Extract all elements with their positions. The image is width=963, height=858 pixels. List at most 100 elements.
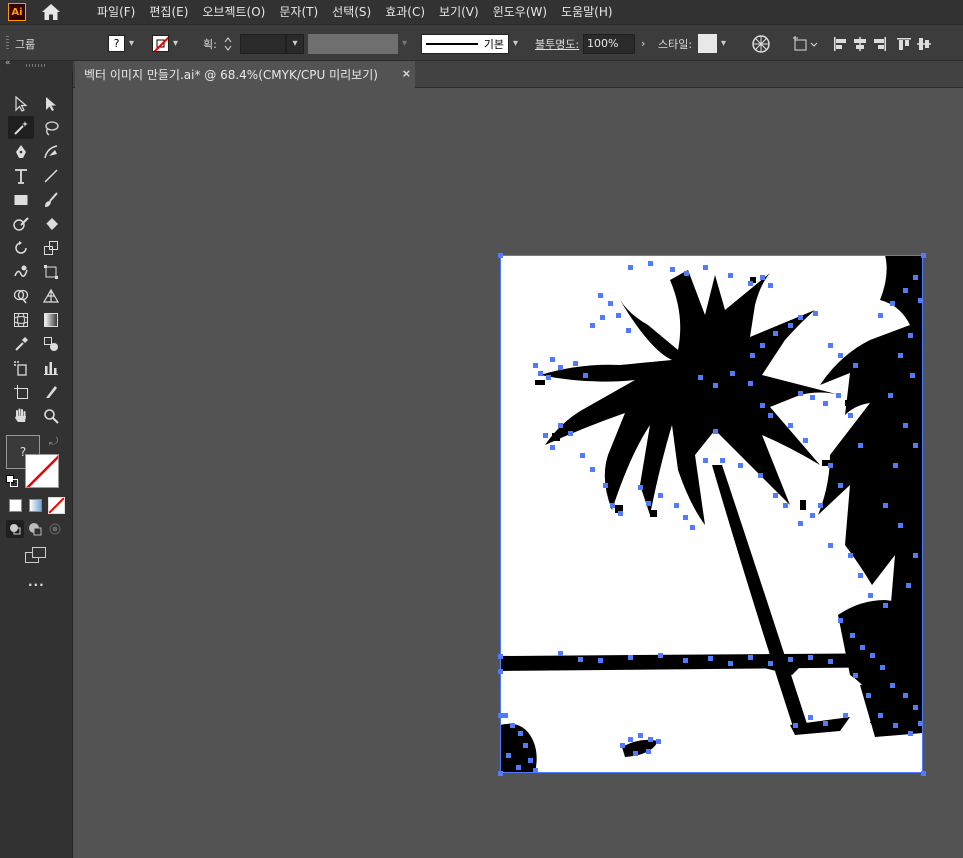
anchor-point[interactable] xyxy=(616,313,621,318)
anchor-point[interactable] xyxy=(898,353,903,358)
anchor-point[interactable] xyxy=(683,658,688,663)
stepper-arrows-icon[interactable] xyxy=(222,34,234,54)
fill-control[interactable]: ? ▾ xyxy=(108,25,139,62)
anchor-point[interactable] xyxy=(850,633,855,638)
anchor-point[interactable] xyxy=(788,323,793,328)
perspective-grid-tool-icon[interactable] xyxy=(38,284,64,307)
selection-tool-icon[interactable] xyxy=(8,92,34,115)
anchor-point[interactable] xyxy=(748,381,753,386)
anchor-point[interactable] xyxy=(523,743,528,748)
graphic-style-control[interactable]: ▾ xyxy=(698,25,731,62)
anchor-point[interactable] xyxy=(610,503,615,508)
anchor-point[interactable] xyxy=(558,651,563,656)
anchor-point[interactable] xyxy=(903,423,908,428)
scale-tool-icon[interactable] xyxy=(38,236,64,259)
anchor-point[interactable] xyxy=(890,301,895,306)
anchor-point[interactable] xyxy=(768,661,773,666)
line-segment-tool-icon[interactable] xyxy=(38,164,64,187)
anchor-point[interactable] xyxy=(684,271,689,276)
anchor-point[interactable] xyxy=(703,265,708,270)
slice-tool-icon[interactable] xyxy=(38,380,64,403)
anchor-point[interactable] xyxy=(760,275,765,280)
anchor-point[interactable] xyxy=(748,655,753,660)
anchor-point[interactable] xyxy=(843,713,848,718)
anchor-point[interactable] xyxy=(760,343,765,348)
gradient-mode-icon[interactable] xyxy=(29,499,42,512)
blend-tool-icon[interactable] xyxy=(38,332,64,355)
anchor-point[interactable] xyxy=(870,653,875,658)
panel-grip[interactable] xyxy=(6,36,9,50)
chevron-down-icon[interactable]: ▾ xyxy=(402,38,412,49)
stroke-swatch-large[interactable] xyxy=(25,454,59,488)
stroke-weight-stepper[interactable]: ▾ xyxy=(222,25,304,62)
anchor-point[interactable] xyxy=(730,371,735,376)
anchor-point[interactable] xyxy=(638,733,643,738)
anchor-point[interactable] xyxy=(913,553,918,558)
toolbar-collapse-bar[interactable]: « xyxy=(0,58,73,71)
anchor-point[interactable] xyxy=(543,433,548,438)
anchor-point[interactable] xyxy=(533,363,538,368)
profile-preview[interactable] xyxy=(308,33,398,54)
draw-inside-icon[interactable] xyxy=(48,522,62,539)
anchor-point[interactable] xyxy=(506,753,511,758)
anchor-point[interactable] xyxy=(898,523,903,528)
home-icon[interactable] xyxy=(40,2,62,22)
anchor-point[interactable] xyxy=(503,713,508,718)
anchor-point[interactable] xyxy=(823,401,828,406)
anchor-point[interactable] xyxy=(813,311,818,316)
chevron-right-icon[interactable]: › xyxy=(641,37,645,50)
curvature-tool-icon[interactable] xyxy=(38,140,64,163)
anchor-point[interactable] xyxy=(910,373,915,378)
anchor-point[interactable] xyxy=(620,743,625,748)
anchor-point[interactable] xyxy=(628,265,633,270)
menu-window[interactable]: 윈도우(W) xyxy=(486,0,554,24)
anchor-point[interactable] xyxy=(906,583,911,588)
anchor-point[interactable] xyxy=(748,281,753,286)
shape-builder-tool-icon[interactable] xyxy=(8,284,34,307)
anchor-point[interactable] xyxy=(783,503,788,508)
anchor-point[interactable] xyxy=(598,293,603,298)
anchor-point[interactable] xyxy=(498,669,503,674)
eyedropper-tool-icon[interactable] xyxy=(8,332,34,355)
chevron-down-icon[interactable]: ▾ xyxy=(286,33,304,54)
warp-tool-icon[interactable] xyxy=(8,260,34,283)
anchor-point[interactable] xyxy=(690,525,695,530)
anchor-point[interactable] xyxy=(768,413,773,418)
anchor-point[interactable] xyxy=(608,301,613,306)
anchor-point[interactable] xyxy=(848,553,853,558)
anchor-point[interactable] xyxy=(918,298,923,303)
anchor-point[interactable] xyxy=(913,275,918,280)
anchor-point[interactable] xyxy=(803,438,808,443)
anchor-point[interactable] xyxy=(703,458,708,463)
anchor-point[interactable] xyxy=(808,655,813,660)
anchor-point[interactable] xyxy=(848,413,853,418)
anchor-point[interactable] xyxy=(720,458,725,463)
anchor-point[interactable] xyxy=(598,658,603,663)
anchor-point[interactable] xyxy=(533,768,538,773)
anchor-point[interactable] xyxy=(550,445,555,450)
anchor-point[interactable] xyxy=(656,739,661,744)
anchor-point[interactable] xyxy=(838,618,843,623)
anchor-point[interactable] xyxy=(921,771,926,776)
anchor-point[interactable] xyxy=(890,683,895,688)
anchor-point[interactable] xyxy=(798,521,803,526)
artboard-tool-icon[interactable] xyxy=(8,380,34,403)
opacity-control[interactable]: 100% › xyxy=(583,25,645,62)
anchor-point[interactable] xyxy=(760,403,765,408)
anchor-point[interactable] xyxy=(558,365,563,370)
anchor-point[interactable] xyxy=(583,373,588,378)
rectangle-tool-icon[interactable] xyxy=(8,188,34,211)
anchor-point[interactable] xyxy=(921,253,926,258)
anchor-point[interactable] xyxy=(878,713,883,718)
chevron-down-icon[interactable]: ▾ xyxy=(129,38,139,49)
anchor-point[interactable] xyxy=(903,693,908,698)
pen-tool-icon[interactable] xyxy=(8,140,34,163)
menu-view[interactable]: 보기(V) xyxy=(432,0,486,24)
anchor-point[interactable] xyxy=(728,273,733,278)
column-graph-tool-icon[interactable] xyxy=(38,356,64,379)
anchor-point[interactable] xyxy=(628,655,633,660)
anchor-point[interactable] xyxy=(866,693,871,698)
anchor-point[interactable] xyxy=(858,443,863,448)
anchor-point[interactable] xyxy=(838,353,843,358)
anchor-point[interactable] xyxy=(728,661,733,666)
